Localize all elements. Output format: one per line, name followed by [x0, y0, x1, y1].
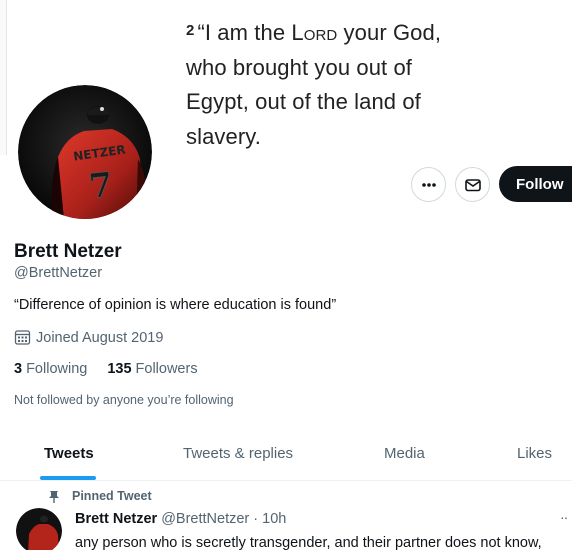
- pinned-label: Pinned Tweet: [48, 489, 152, 503]
- tweet-more-button[interactable]: ··: [560, 509, 568, 525]
- followers-label: Followers: [135, 361, 198, 377]
- avatar-jersey-number: 7: [87, 165, 115, 207]
- following-label: Following: [26, 361, 88, 377]
- verse-number: 2: [186, 22, 195, 39]
- calendar-icon: [14, 330, 31, 345]
- verse-lord: Lord: [291, 20, 338, 45]
- followers-link[interactable]: 135 Followers: [107, 361, 197, 377]
- more-horizontal-icon: [421, 182, 436, 187]
- verse-line-4: slavery.: [186, 123, 261, 149]
- tweet-separator: ·: [253, 511, 259, 527]
- tab-likes[interactable]: Likes: [517, 445, 552, 462]
- tweet-author-handle[interactable]: @BrettNetzer: [161, 511, 249, 527]
- avatar-image: NETZER 7: [18, 85, 152, 219]
- verse-line-3: Egypt, out of the land of: [186, 89, 421, 114]
- more-options-button[interactable]: [411, 167, 446, 202]
- profile-bio: “Difference of opinion is where educatio…: [14, 297, 337, 313]
- banner-verse-text: 2 “I am the Lord your God, who brought yo…: [186, 14, 516, 154]
- tweet-text: any person who is secretly transgender, …: [75, 535, 542, 550]
- tweet-avatar-image: [16, 508, 62, 550]
- profile-handle: @BrettNetzer: [14, 265, 103, 281]
- profile-tabs: Tweets Tweets & replies Media Likes: [0, 432, 572, 481]
- tab-media[interactable]: Media: [384, 445, 425, 462]
- tweet-avatar[interactable]: [16, 508, 62, 550]
- follow-stats: 3 Following 135 Followers: [14, 361, 218, 377]
- tweet-header: Brett Netzer @BrettNetzer · 10h: [75, 511, 286, 527]
- envelope-icon: [464, 178, 481, 191]
- followers-count: 135: [107, 361, 132, 377]
- profile-name: Brett Netzer: [14, 241, 122, 262]
- joined-date: Joined August 2019: [14, 329, 163, 346]
- not-followed-note: Not followed by anyone you’re following: [14, 393, 234, 407]
- joined-text: Joined August 2019: [36, 329, 164, 346]
- following-link[interactable]: 3 Following: [14, 361, 87, 377]
- verse-line-1: 2 “I am the Lord your God,: [186, 14, 516, 51]
- tweet-time[interactable]: 10h: [262, 511, 286, 527]
- verse-line-1-post: your God,: [337, 20, 442, 45]
- tab-tweets[interactable]: Tweets: [44, 445, 94, 462]
- tweet-author-name[interactable]: Brett Netzer: [75, 511, 157, 527]
- tab-tweets-replies[interactable]: Tweets & replies: [183, 445, 293, 462]
- pin-icon: [49, 490, 59, 503]
- profile-avatar[interactable]: NETZER 7: [18, 85, 152, 219]
- active-tab-indicator: [40, 476, 96, 480]
- pinned-text: Pinned Tweet: [72, 489, 152, 503]
- message-button[interactable]: [455, 167, 490, 202]
- follow-button[interactable]: Follow: [499, 166, 572, 202]
- following-count: 3: [14, 361, 23, 377]
- banner-edge: [0, 0, 7, 155]
- verse-line-2: who brought you out of: [186, 54, 413, 80]
- verse-line-1-pre: “I am the: [197, 20, 292, 45]
